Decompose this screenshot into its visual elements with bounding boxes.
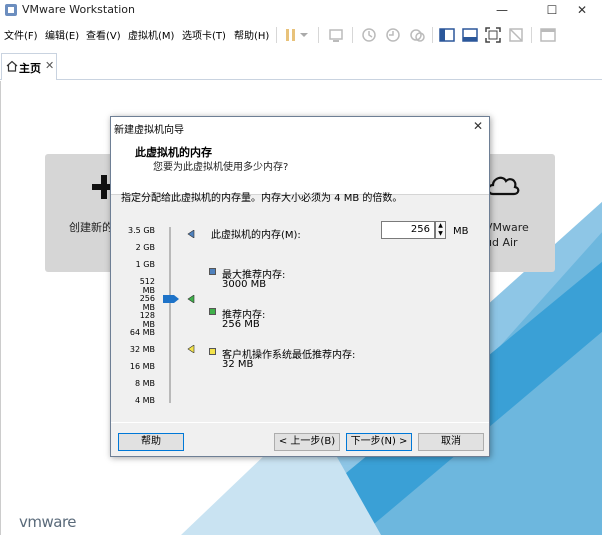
toolbar-separator [531,27,532,43]
dialog-subheading: 您要为此虚拟机使用多少内存? [153,162,289,173]
guest-min-memory-marker-icon [187,345,195,353]
scale-label: 3.5 GB [128,226,155,235]
window-title: VMware Workstation [22,3,136,16]
spin-up-icon[interactable]: ▲ [436,222,445,230]
max-memory-marker-icon [187,230,195,238]
memory-field-label: 此虚拟机的内存(M): [211,230,301,241]
memory-unit: MB [453,226,469,237]
scale-label: 8 MB [134,379,155,388]
unity-icon[interactable] [507,26,525,44]
scale-label: 512 MB [139,277,155,295]
vmware-logo: vmware [19,513,77,531]
full-screen-icon[interactable] [484,26,502,44]
send-keys-icon[interactable] [327,26,345,44]
memory-spinner[interactable]: ▲ ▼ [435,221,446,239]
back-button[interactable]: < 上一步(B) [274,433,340,451]
guest-min-memory-value: 32 MB [222,359,254,370]
scale-label: 256 MB [139,294,155,312]
menu-vm[interactable]: 虚拟机(M) [128,27,174,42]
scale-label: 2 GB [135,243,155,252]
footer-divider [111,422,489,423]
toolbar-separator [276,27,277,43]
recommended-memory-marker-icon [187,295,195,303]
scale-label: 4 MB [134,396,155,405]
close-tab-icon[interactable]: ✕ [45,59,54,72]
memory-slider-track[interactable] [169,227,171,403]
scale-label: 1 GB [135,260,155,269]
vmware-app-icon [5,4,17,16]
memory-instruction: 指定分配给此虚拟机的内存量。内存大小必须为 4 MB 的倍数。 [121,193,403,204]
spin-down-icon[interactable]: ▼ [436,230,445,238]
max-memory-value: 3000 MB [222,279,267,290]
guest-min-memory-legend-icon [209,348,216,355]
cloud-icon [487,176,520,196]
scale-label: 128 MB [139,311,155,329]
dialog-header: 此虚拟机的内存 您要为此虚拟机使用多少内存? [111,137,489,195]
menu-bar: 文件(F) 编辑(E) 查看(V) 虚拟机(M) 选项卡(T) 帮助(H) [0,22,602,48]
chevron-down-icon[interactable] [298,26,310,44]
snapshot-manager-icon[interactable] [408,26,426,44]
scale-label: 16 MB [129,362,155,371]
snapshot-icon[interactable] [360,26,378,44]
menu-help[interactable]: 帮助(H) [234,27,269,42]
recommended-memory-legend-icon [209,308,216,315]
menu-edit[interactable]: 编辑(E) [45,27,79,42]
create-vm-label: 创建新的 [69,221,113,234]
help-button[interactable]: 帮助 [118,433,184,451]
new-vm-wizard-dialog: 新建虚拟机向导 ✕ 此虚拟机的内存 您要为此虚拟机使用多少内存? 指定分配给此虚… [110,116,490,457]
library-view-icon[interactable] [438,26,456,44]
next-button[interactable]: 下一步(N) > [346,433,412,451]
tab-home-label: 主页 [19,62,41,75]
toolbar-separator [352,27,353,43]
console-view-icon[interactable] [461,26,479,44]
preferences-icon[interactable] [539,26,557,44]
dialog-close-icon[interactable]: ✕ [473,119,483,133]
minimize-button[interactable]: — [482,0,522,20]
menu-file[interactable]: 文件(F) [4,27,38,42]
memory-slider-thumb[interactable] [163,294,179,304]
home-icon [6,60,18,72]
dialog-title-bar: 新建虚拟机向导 ✕ [111,117,489,137]
memory-input[interactable]: 256 [381,221,435,239]
scale-label: 32 MB [129,345,155,354]
close-window-button[interactable]: ✕ [562,0,602,20]
tab-home[interactable]: 主页 ✕ [1,53,57,80]
max-memory-legend-icon [209,268,216,275]
title-bar: VMware Workstation — ☐ ✕ [0,0,602,20]
menu-view[interactable]: 查看(V) [86,27,121,42]
toolbar-separator [318,27,319,43]
toolbar-separator [432,27,433,43]
dialog-title: 新建虚拟机向导 [114,125,184,136]
scale-label: 64 MB [129,328,155,337]
connect-vcloud-label: VMware ud Air [485,221,529,249]
tab-strip: 主页 ✕ [0,50,602,80]
menu-tabs[interactable]: 选项卡(T) [182,27,226,42]
recommended-memory-value: 256 MB [222,319,260,330]
revert-snapshot-icon[interactable] [384,26,402,44]
cancel-button[interactable]: 取消 [418,433,484,451]
